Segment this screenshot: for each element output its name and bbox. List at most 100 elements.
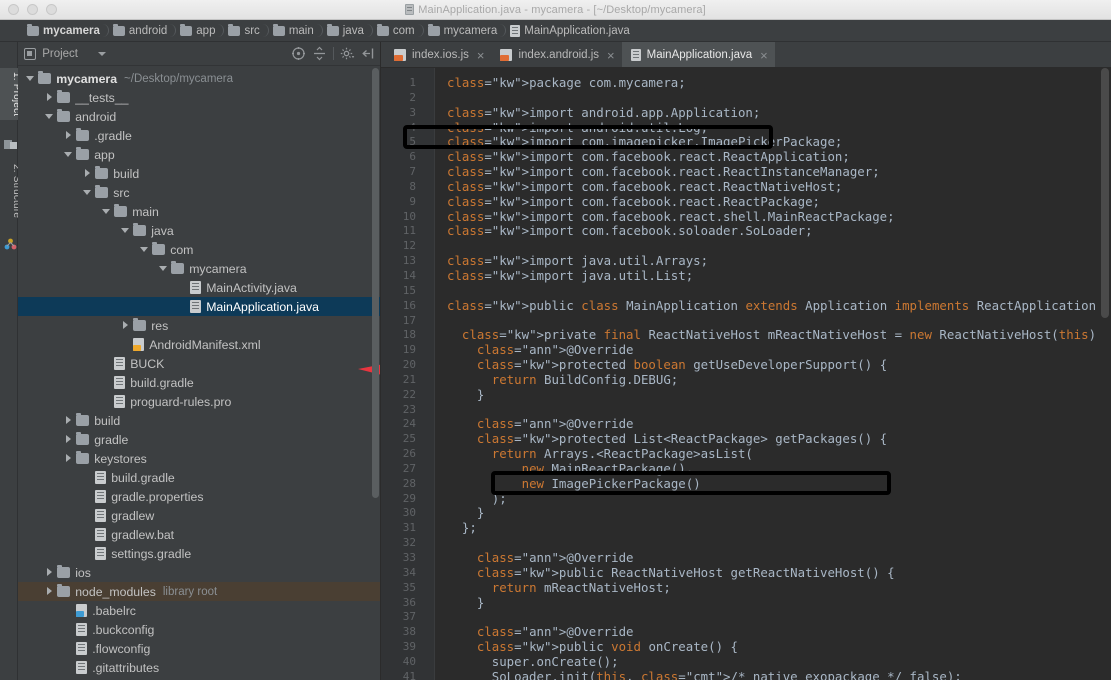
line-number: 16	[381, 299, 416, 314]
tree-row[interactable]: mycamera	[18, 259, 380, 278]
tree-row[interactable]: AndroidManifest.xml	[18, 335, 380, 354]
chevron-right-icon[interactable]	[45, 93, 54, 102]
tree-row[interactable]: gradlew.bat	[18, 525, 380, 544]
breadcrumb-item[interactable]: src	[223, 20, 266, 42]
tree-row[interactable]: node_moduleslibrary root	[18, 582, 380, 601]
tree-row[interactable]: .flowconfig	[18, 639, 380, 658]
tree-row[interactable]: mycamera~/Desktop/mycamera	[18, 69, 380, 88]
chevron-down-icon[interactable]	[45, 112, 54, 121]
tree-row[interactable]: gradle	[18, 430, 380, 449]
tree-spacer	[83, 473, 92, 482]
tree-row[interactable]: res	[18, 316, 380, 335]
chevron-down-icon[interactable]	[83, 188, 92, 197]
tree-row[interactable]: build.gradle	[18, 373, 380, 392]
code-line: new ImagePickerPackage()	[447, 477, 1111, 492]
editor-scrollbar-thumb[interactable]	[1101, 68, 1109, 318]
collapse-all-icon[interactable]	[312, 46, 327, 61]
left-tool-strip: 1: Project 2: Structure	[0, 42, 18, 680]
folder-icon	[57, 92, 70, 103]
close-icon[interactable]: ×	[475, 49, 485, 62]
breadcrumb-item[interactable]: com	[372, 20, 422, 42]
tree-row-sublabel: ~/Desktop/mycamera	[124, 73, 233, 85]
chevron-down-icon[interactable]	[64, 150, 73, 159]
project-scrollbar-thumb[interactable]	[372, 68, 379, 498]
chevron-down-icon[interactable]	[26, 74, 35, 83]
tree-row[interactable]: MainActivity.java	[18, 278, 380, 297]
tree-row[interactable]: ios	[18, 563, 380, 582]
line-number: 26	[381, 447, 416, 462]
chevron-right-icon[interactable]	[83, 169, 92, 178]
code-text[interactable]: class="kw">package com.mycamera; class="…	[435, 68, 1111, 680]
editor-tab[interactable]: MainApplication.java ×	[622, 42, 775, 67]
tree-row[interactable]: proguard-rules.pro	[18, 392, 380, 411]
tree-row[interactable]: com	[18, 240, 380, 259]
chevron-down-icon[interactable]	[98, 52, 106, 56]
project-panel-title[interactable]: Project	[24, 48, 78, 60]
editor-scrollbar[interactable]	[1099, 68, 1111, 680]
chevron-right-icon[interactable]	[64, 454, 73, 463]
breadcrumb-item[interactable]: mycamera	[22, 20, 107, 42]
breadcrumb-item-label: android	[129, 25, 167, 37]
breadcrumb-item[interactable]: MainApplication.java	[505, 20, 636, 42]
tree-row[interactable]: BUCK	[18, 354, 380, 373]
chevron-right-icon[interactable]	[45, 587, 54, 596]
tree-row-label: app	[94, 148, 115, 162]
tree-row[interactable]: settings.gradle	[18, 544, 380, 563]
code-line	[447, 314, 1111, 329]
breadcrumb-item[interactable]: android	[108, 20, 174, 42]
settings-gear-icon[interactable]	[340, 46, 355, 61]
tree-row[interactable]: main	[18, 202, 380, 221]
tree-row[interactable]: gradle.properties	[18, 487, 380, 506]
editor-tab-label: MainApplication.java	[647, 49, 752, 61]
editor-tab[interactable]: index.android.js×	[491, 42, 621, 67]
chevron-down-icon[interactable]	[102, 207, 111, 216]
chevron-right-icon[interactable]	[64, 435, 73, 444]
scroll-from-source-icon[interactable]	[291, 46, 306, 61]
file-icon	[76, 623, 87, 636]
code-line: super.onCreate();	[447, 655, 1111, 670]
chevron-down-icon[interactable]	[121, 226, 130, 235]
close-icon[interactable]: ×	[758, 49, 768, 62]
line-number: 34	[381, 566, 416, 581]
folder-icon	[76, 453, 89, 464]
java-file-icon	[405, 4, 414, 15]
window-title: MainApplication.java - mycamera - [~/Des…	[0, 4, 1111, 16]
tree-row[interactable]: gradlew	[18, 506, 380, 525]
tree-row[interactable]: .babelrc	[18, 601, 380, 620]
breadcrumb-item-label: MainApplication.java	[524, 25, 629, 37]
line-number: 5	[381, 135, 416, 150]
hide-panel-icon[interactable]	[361, 46, 376, 61]
tree-row[interactable]: .gitattributes	[18, 658, 380, 677]
breadcrumb-item[interactable]: app	[175, 20, 222, 42]
tree-row-label: gradlew.bat	[111, 528, 174, 542]
chevron-right-icon[interactable]	[45, 568, 54, 577]
tree-row[interactable]: java	[18, 221, 380, 240]
tree-row[interactable]: android	[18, 107, 380, 126]
tree-row[interactable]: __tests__	[18, 88, 380, 107]
breadcrumb-item[interactable]: java	[322, 20, 371, 42]
tree-row[interactable]: keystores	[18, 449, 380, 468]
tree-row[interactable]: .buckconfig	[18, 620, 380, 639]
tree-row[interactable]: src	[18, 183, 380, 202]
chevron-down-icon[interactable]	[140, 245, 149, 254]
chevron-right-icon[interactable]	[121, 321, 130, 330]
tree-row[interactable]: MainApplication.java	[18, 297, 380, 316]
close-icon[interactable]: ×	[605, 49, 615, 62]
tree-row[interactable]: build	[18, 164, 380, 183]
project-file-tree[interactable]: mycamera~/Desktop/mycamera__tests__andro…	[18, 66, 380, 680]
code-folding-strip[interactable]	[423, 68, 435, 680]
tree-row-label: build	[94, 414, 120, 428]
chevron-right-icon[interactable]	[64, 416, 73, 425]
tree-row[interactable]: build	[18, 411, 380, 430]
tree-row[interactable]: app	[18, 145, 380, 164]
breadcrumb-item[interactable]: mycamera	[423, 20, 505, 42]
chevron-right-icon[interactable]	[64, 131, 73, 140]
tree-row[interactable]: .gradle	[18, 126, 380, 145]
tree-row[interactable]: build.gradle	[18, 468, 380, 487]
line-number-gutter: 1234567891011121314151617181920212223242…	[381, 68, 423, 680]
project-scrollbar[interactable]	[371, 66, 380, 680]
chevron-down-icon[interactable]	[159, 264, 168, 273]
line-number: 14	[381, 269, 416, 284]
breadcrumb-item[interactable]: main	[268, 20, 321, 42]
editor-tab[interactable]: index.ios.js×	[385, 42, 491, 67]
